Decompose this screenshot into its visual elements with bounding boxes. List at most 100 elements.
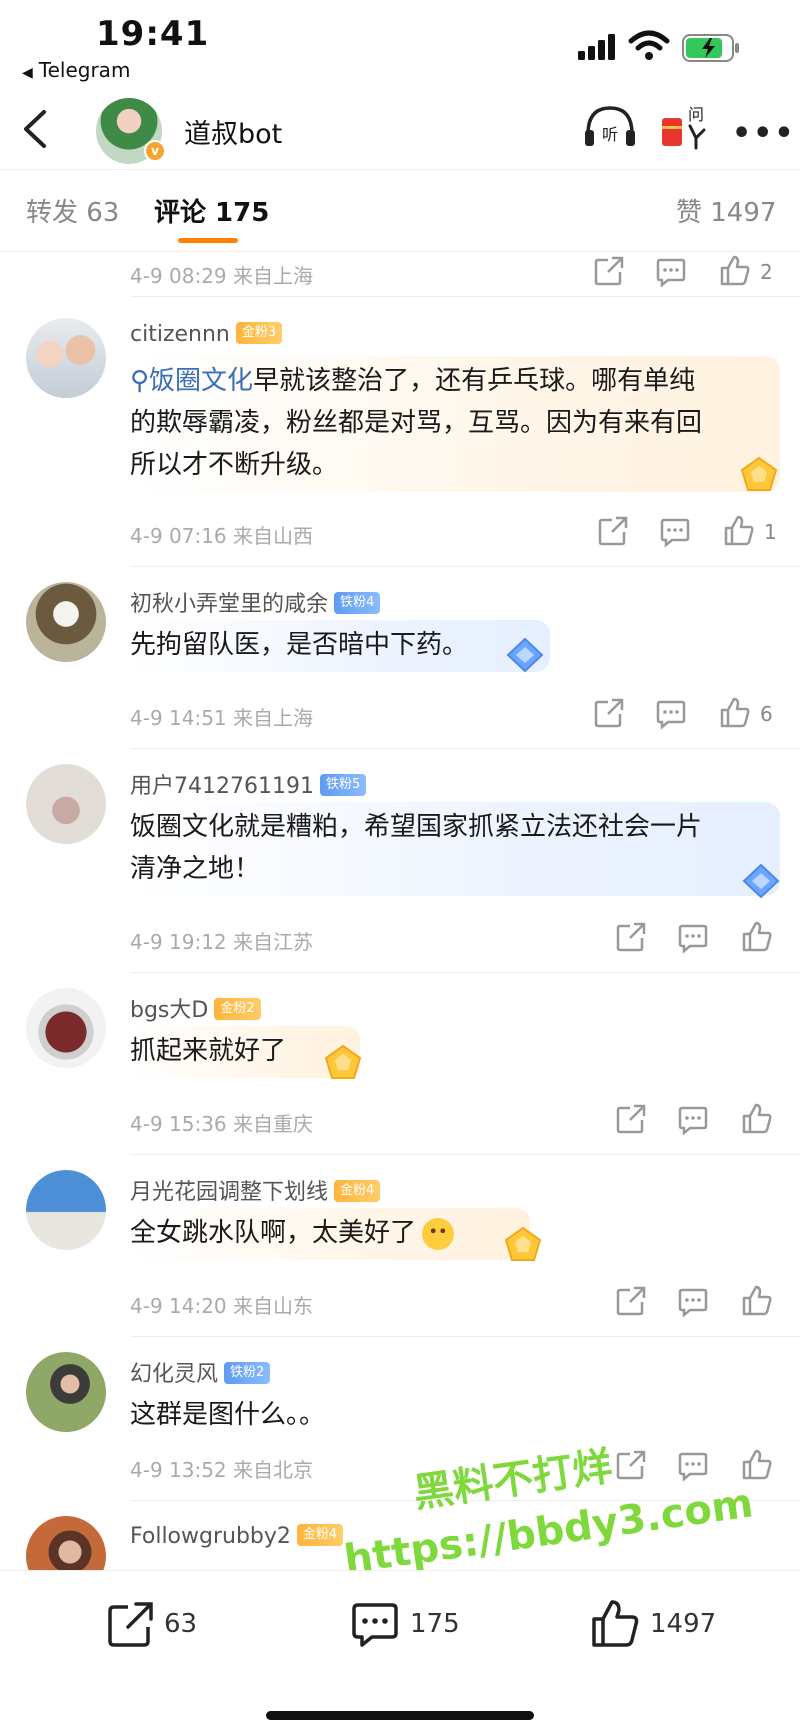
divider (130, 748, 800, 749)
hashtag-link[interactable]: ⚲饭圈文化 (130, 366, 253, 396)
username-text: bgs大D (130, 998, 209, 1023)
ask-red-packet-icon[interactable]: 问 (660, 100, 712, 152)
tab-comments[interactable]: 评论 175 (154, 192, 269, 229)
search-icon: ⚲ (130, 366, 150, 396)
comment-meta-row: 4-9 19:12 来自江苏 (130, 920, 772, 960)
comment-meta-row: 4-9 15:36 来自重庆 (130, 1102, 772, 1142)
comment-text: 饭圈文化就是糟粕，希望国家抓紧立法还社会一片 清净之地！ (130, 802, 780, 896)
comment-time-location: 4-9 13:52 来自北京 (130, 1458, 314, 1482)
divider (130, 1336, 800, 1337)
comment-text: 全女跳水队啊，太美好了 (130, 1208, 530, 1260)
comment-text: 先拘留队医，是否暗中下药。 (130, 620, 550, 672)
username-text: 幻化灵风 (130, 1362, 219, 1387)
comment-line-3: 所以才不断升级。 (130, 450, 339, 480)
comment-username[interactable]: 初秋小弄堂里的咸余 铁粉4 (130, 586, 381, 618)
comment-time-location: 4-9 19:12 来自江苏 (130, 930, 314, 954)
share-icon[interactable] (614, 1102, 648, 1136)
page-title: 道叔bot (184, 119, 283, 150)
fan-badge: 铁粉4 (334, 592, 381, 614)
share-icon[interactable] (592, 696, 626, 730)
like-count: 2 (760, 260, 773, 284)
comment-time-location: 4-9 14:20 来自山东 (130, 1294, 314, 1318)
blue-gem-icon (506, 637, 544, 673)
like-icon[interactable] (740, 1284, 774, 1318)
tab-likes[interactable]: 赞 1497 (676, 192, 776, 229)
share-icon[interactable] (614, 1284, 648, 1318)
gold-gem-icon (740, 456, 778, 491)
share-icon[interactable] (614, 920, 648, 954)
divider (130, 296, 800, 297)
thumbs-up-icon (592, 1600, 639, 1647)
reply-icon[interactable] (676, 920, 710, 954)
comment-username[interactable]: citizennn 金粉3 (130, 322, 283, 347)
reply-icon[interactable] (658, 514, 692, 548)
user-avatar[interactable] (26, 318, 106, 398)
divider (130, 972, 800, 973)
reply-icon[interactable] (654, 696, 688, 730)
reply-icon[interactable] (654, 254, 688, 288)
comment-line-1: ⚲饭圈文化早就该整治了，还有乒乓球。哪有单纯 (130, 360, 772, 402)
listen-headphone-icon[interactable]: 听 (582, 104, 638, 150)
comment-line-1: 这群是图什么。。 (130, 1400, 326, 1430)
svg-text:问: 问 (688, 105, 704, 124)
back-button[interactable] (18, 106, 58, 152)
svg-text:听: 听 (602, 125, 618, 144)
comment-icon (352, 1603, 398, 1647)
comment-username[interactable]: 月光花园调整下划线 金粉4 (130, 1174, 381, 1206)
tab-repost[interactable]: 转发 63 (26, 192, 119, 229)
smiling-face-with-hearts-icon (422, 1217, 455, 1250)
gold-gem-icon (504, 1226, 542, 1261)
active-tab-indicator (178, 238, 238, 243)
tab-bar: 转发 63 评论 175 赞 1497 (0, 170, 800, 252)
comment-time-location: 4-9 14:51 来自上海 (130, 706, 314, 730)
username-text: 月光花园调整下划线 (130, 1180, 329, 1205)
comment-line-1: 饭圈文化就是糟粕，希望国家抓紧立法还社会一片 (130, 812, 703, 842)
like-count: 1 (764, 520, 777, 544)
username-text: 初秋小弄堂里的咸余 (130, 592, 329, 617)
comment-username[interactable]: 用户7412761191 铁粉5 (130, 768, 367, 800)
share-icon[interactable] (592, 254, 626, 288)
like-icon[interactable] (722, 514, 756, 548)
battery-charging-icon (682, 34, 739, 62)
back-to-app-link[interactable]: ◀ Telegram (22, 58, 130, 82)
back-app-label: Telegram (38, 58, 131, 82)
blue-gem-icon (742, 863, 780, 899)
comment-username[interactable]: 幻化灵风 铁粉2 (130, 1356, 271, 1388)
user-avatar[interactable] (26, 1352, 106, 1432)
comment-line-1-text: 全女跳水队啊，太美好了 (130, 1218, 417, 1248)
comment-list[interactable]: 4-9 08:29 来自上海 2 citizennn 金粉3 ⚲饭圈文化早就该整治… (0, 252, 800, 1570)
comment-username[interactable]: Followgrubby2 金粉4 (130, 1524, 344, 1549)
fan-badge: 金粉2 (214, 998, 261, 1020)
comment-text: 这群是图什么。。 (130, 1390, 430, 1442)
comment-meta-row: 4-9 07:16 来自山西 1 (130, 514, 777, 554)
repost-count: 63 (164, 1609, 198, 1639)
user-avatar[interactable] (26, 1516, 106, 1570)
like-icon[interactable] (718, 254, 752, 288)
user-avatar[interactable] (26, 764, 106, 844)
comment-count: 175 (410, 1609, 460, 1639)
reply-icon[interactable] (676, 1284, 710, 1318)
user-avatar[interactable] (26, 582, 106, 662)
wifi-icon (628, 30, 670, 60)
user-avatar[interactable] (26, 1170, 106, 1250)
like-icon[interactable] (740, 1102, 774, 1136)
share-icon[interactable] (596, 514, 630, 548)
comment-line-1: 全女跳水队啊，太美好了 (130, 1212, 522, 1254)
comment-time-location: 4-9 07:16 来自山西 (130, 524, 314, 548)
reply-icon[interactable] (676, 1102, 710, 1136)
like-icon[interactable] (740, 920, 774, 954)
like-count: 6 (760, 702, 773, 726)
username-text: citizennn (130, 322, 230, 347)
like-count: 1497 (650, 1609, 717, 1639)
like-icon[interactable] (718, 696, 752, 730)
comment-username[interactable]: bgs大D 金粉2 (130, 992, 261, 1024)
comment-meta-row: 4-9 08:29 来自上海 2 (130, 254, 773, 294)
home-indicator (266, 1711, 534, 1720)
comment-line-1: 先拘留队医，是否暗中下药。 (130, 630, 469, 660)
user-avatar[interactable] (26, 988, 106, 1068)
bottom-action-bar: 63 175 1497 (0, 1570, 800, 1732)
verified-badge-icon: v (144, 140, 166, 162)
more-options-icon[interactable]: ••• (732, 116, 796, 151)
fan-badge: 金粉4 (334, 1180, 381, 1202)
fan-badge: 铁粉2 (224, 1362, 271, 1384)
